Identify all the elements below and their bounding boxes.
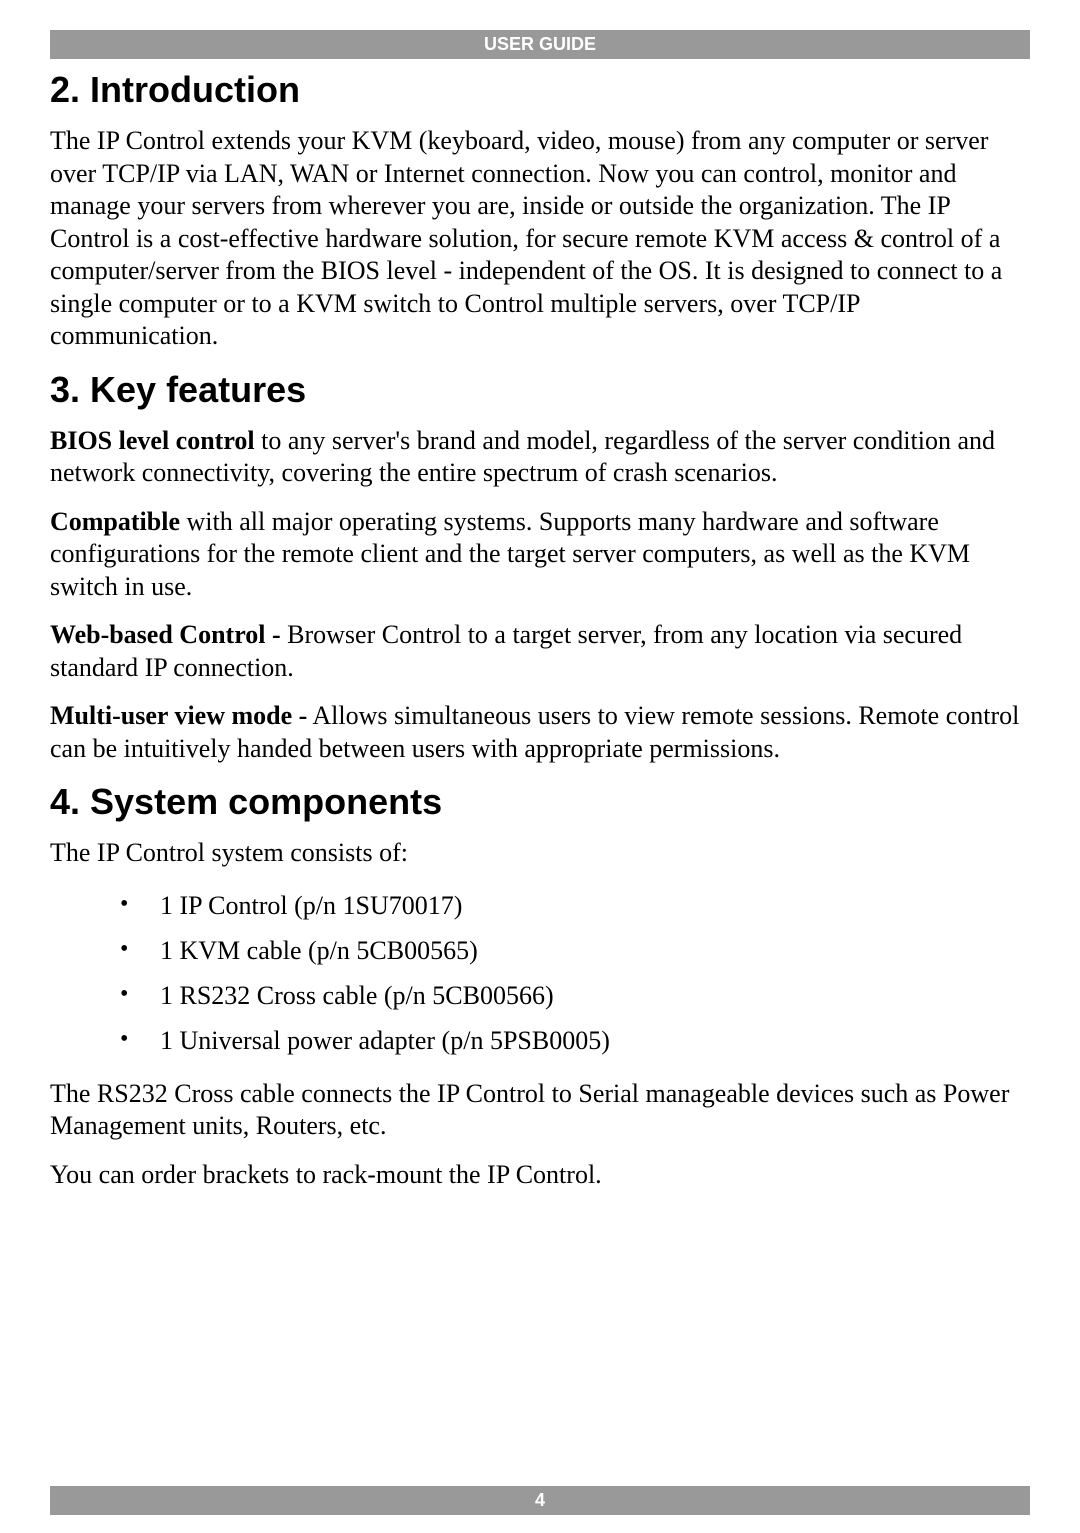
footer-bar: 4 bbox=[50, 1486, 1030, 1515]
section-heading-key-features: 3. Key features bbox=[50, 369, 1030, 411]
introduction-body: The IP Control extends your KVM (keyboar… bbox=[50, 125, 1030, 353]
feature-lead: Compatible bbox=[50, 507, 180, 536]
section-heading-introduction: 2. Introduction bbox=[50, 69, 1030, 111]
system-components-after-2: You can order brackets to rack-mount the… bbox=[50, 1159, 1030, 1192]
feature-lead: BIOS level control bbox=[50, 426, 255, 455]
components-list: 1 IP Control (p/n 1SU70017) 1 KVM cable … bbox=[50, 886, 1030, 1060]
list-item: 1 IP Control (p/n 1SU70017) bbox=[50, 886, 1030, 925]
header-bar: USER GUIDE bbox=[50, 30, 1030, 59]
list-item: 1 KVM cable (p/n 5CB00565) bbox=[50, 931, 1030, 970]
feature-multi-user: Multi-user view mode - Allows simultaneo… bbox=[50, 700, 1030, 765]
list-item: 1 Universal power adapter (p/n 5PSB0005) bbox=[50, 1021, 1030, 1060]
feature-web-based: Web-based Control - Browser Control to a… bbox=[50, 619, 1030, 684]
system-components-after-1: The RS232 Cross cable connects the IP Co… bbox=[50, 1078, 1030, 1143]
feature-rest: with all major operating systems. Suppor… bbox=[50, 507, 970, 601]
feature-lead: Multi-user view mode - bbox=[50, 701, 307, 730]
system-components-intro: The IP Control system consists of: bbox=[50, 837, 1030, 870]
page-number: 4 bbox=[535, 1490, 545, 1510]
header-label: USER GUIDE bbox=[484, 34, 596, 54]
list-item: 1 RS232 Cross cable (p/n 5CB00566) bbox=[50, 976, 1030, 1015]
feature-compatible: Compatible with all major operating syst… bbox=[50, 506, 1030, 604]
section-heading-system-components: 4. System components bbox=[50, 781, 1030, 823]
feature-lead: Web-based Control - bbox=[50, 620, 281, 649]
feature-bios-level: BIOS level control to any server's brand… bbox=[50, 425, 1030, 490]
